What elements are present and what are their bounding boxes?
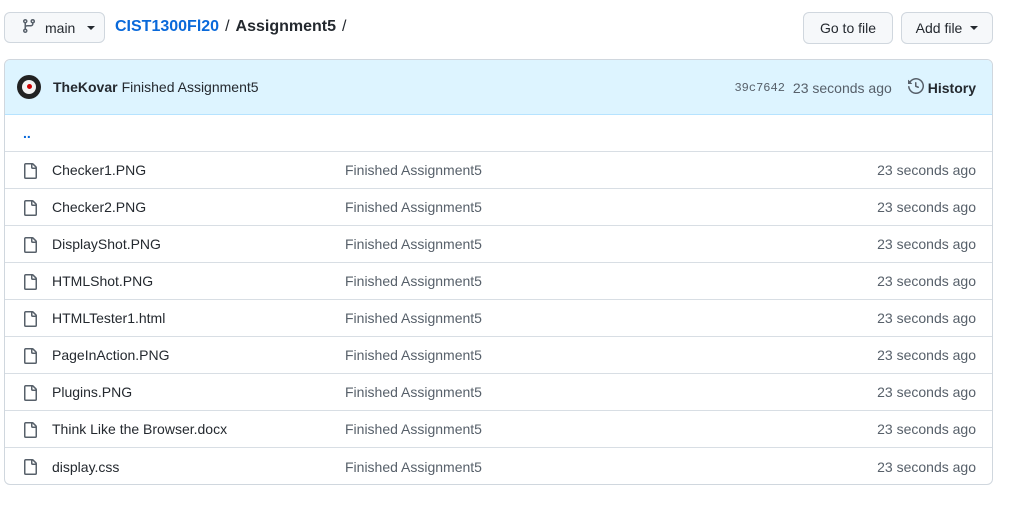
file-commit-message-link[interactable]: Finished Assignment5	[345, 347, 482, 363]
file-icon	[22, 274, 38, 293]
history-label: History	[927, 79, 976, 96]
file-name-link[interactable]: display.css	[52, 459, 119, 475]
commit-meta: 39c7642 23 seconds ago History	[734, 60, 976, 115]
commit-message[interactable]: Finished Assignment5	[122, 79, 259, 95]
file-commit-message-link[interactable]: Finished Assignment5	[345, 236, 482, 252]
file-name-link[interactable]: Checker1.PNG	[52, 162, 146, 178]
file-name-link[interactable]: Think Like the Browser.docx	[52, 421, 227, 437]
file-icon	[22, 311, 38, 330]
avatar[interactable]	[17, 75, 41, 99]
file-commit-age: 23 seconds ago	[877, 236, 976, 252]
file-name-link[interactable]: HTMLShot.PNG	[52, 273, 153, 289]
file-commit-age: 23 seconds ago	[877, 273, 976, 289]
breadcrumb: CIST1300Fl20 / Assignment5 /	[115, 18, 348, 36]
file-icon	[22, 237, 38, 256]
go-to-file-label: Go to file	[819, 20, 877, 36]
file-commit-age: 23 seconds ago	[877, 421, 976, 437]
file-icon	[22, 163, 38, 182]
history-icon	[907, 77, 924, 97]
file-commit-message-link[interactable]: Finished Assignment5	[345, 421, 482, 437]
file-icon	[22, 459, 38, 478]
file-commit-age: 23 seconds ago	[877, 458, 976, 475]
file-commit-message-link[interactable]: Finished Assignment5	[345, 199, 482, 215]
add-file-button[interactable]: Add file	[901, 12, 993, 44]
file-commit-message-link[interactable]: Finished Assignment5	[345, 162, 482, 178]
history-link[interactable]: History	[907, 77, 976, 97]
file-commit-age: 23 seconds ago	[877, 162, 976, 178]
file-row[interactable]: display.css Finished Assignment5 23 second…	[5, 448, 992, 484]
breadcrumb-separator: /	[225, 18, 230, 35]
file-name-link[interactable]: Checker2.PNG	[52, 199, 146, 215]
file-icon	[22, 200, 38, 219]
file-commit-age: 23 seconds ago	[877, 347, 976, 363]
file-row[interactable]: Plugins.PNG Finished Assignment5 23 second…	[5, 374, 992, 411]
latest-commit-bar: TheKovar Finished Assignment5 39c7642 23…	[5, 60, 992, 115]
file-name-link[interactable]: PageInAction.PNG	[52, 347, 170, 363]
file-list: Checker1.PNG Finished Assignment5 23 secon…	[5, 152, 992, 484]
file-icon	[22, 385, 38, 404]
file-icon	[22, 422, 38, 441]
breadcrumb-repo-link[interactable]: CIST1300Fl20	[115, 18, 219, 36]
breadcrumb-current-folder: Assignment5	[235, 18, 336, 35]
commit-sha[interactable]: 39c7642	[734, 81, 784, 95]
file-icon	[22, 348, 38, 367]
file-name-link[interactable]: DisplayShot.PNG	[52, 236, 161, 252]
file-row[interactable]: DisplayShot.PNG Finished Assignment5 23 se…	[5, 226, 992, 263]
file-row[interactable]: PageInAction.PNG Finished Assignment5 23 s…	[5, 337, 992, 374]
go-to-file-button[interactable]: Go to file	[803, 12, 893, 44]
file-row[interactable]: Checker2.PNG Finished Assignment5 23 secon…	[5, 189, 992, 226]
file-browser: TheKovar Finished Assignment5 39c7642 23…	[4, 59, 993, 485]
file-commit-message-link[interactable]: Finished Assignment5	[345, 310, 482, 326]
file-name-link[interactable]: HTMLTester1.html	[52, 310, 165, 326]
file-commit-message-link[interactable]: Finished Assignment5	[345, 459, 482, 475]
parent-directory-link[interactable]: ..	[23, 125, 31, 141]
git-branch-icon	[21, 18, 37, 37]
file-commit-age: 23 seconds ago	[877, 199, 976, 215]
chevron-down-icon	[87, 25, 96, 30]
file-commit-age: 23 seconds ago	[877, 384, 976, 400]
add-file-label: Add file	[915, 20, 963, 36]
file-row[interactable]: HTMLTester1.html Finished Assignment5 23 s…	[5, 300, 992, 337]
repo-toolbar: main CIST1300Fl20 / Assignment5 / Go to …	[4, 12, 993, 44]
file-row[interactable]: HTMLShot.PNG Finished Assignment5 23 secon…	[5, 263, 992, 300]
commit-author[interactable]: TheKovar	[53, 79, 118, 95]
file-row[interactable]: Think Like the Browser.docx Finished Assi…	[5, 411, 992, 448]
commit-time: 23 seconds ago	[792, 79, 892, 96]
file-commit-message-link[interactable]: Finished Assignment5	[345, 384, 482, 400]
breadcrumb-trailing-separator: /	[341, 18, 347, 35]
file-row[interactable]: Checker1.PNG Finished Assignment5 23 secon…	[5, 152, 992, 189]
branch-select-button[interactable]: main	[4, 12, 105, 43]
file-commit-message-link[interactable]: Finished Assignment5	[345, 273, 482, 289]
file-commit-age: 23 seconds ago	[877, 310, 976, 326]
file-name-link[interactable]: Plugins.PNG	[52, 384, 132, 400]
parent-directory-row[interactable]: ..	[5, 115, 992, 152]
branch-name: main	[45, 19, 76, 36]
chevron-down-icon	[970, 26, 979, 30]
